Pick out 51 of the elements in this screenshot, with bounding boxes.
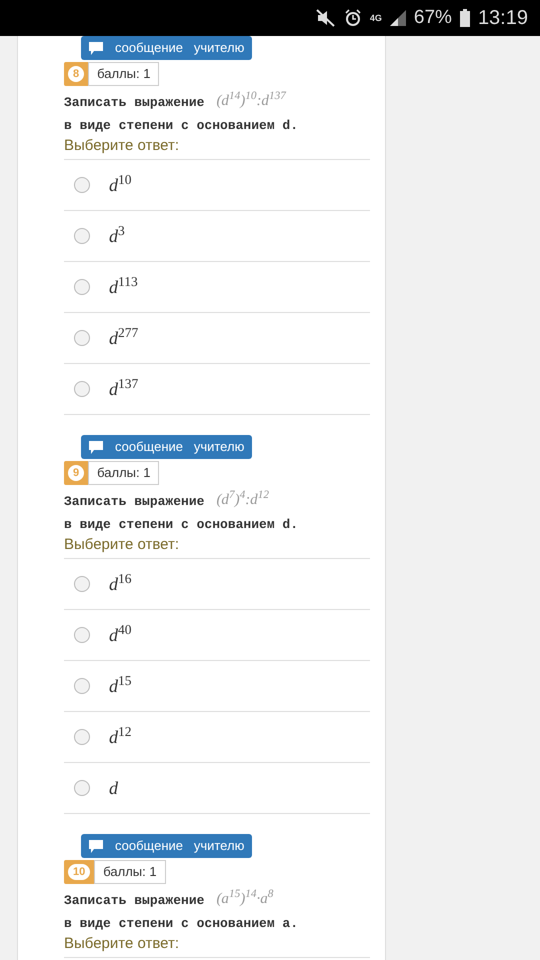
answer-option[interactable]: d$^{10}$ xyxy=(109,172,132,198)
math-expression: (d$^{7}$)$^{4}$:d$^{12}$ xyxy=(216,488,269,510)
answer-option[interactable]: d$^{40}$ xyxy=(109,622,132,648)
answer-option[interactable]: d$^{277}$ xyxy=(109,324,138,352)
chat-icon xyxy=(89,840,103,852)
points-label: баллы: 1 xyxy=(88,62,160,86)
question-number-badge: 8 xyxy=(64,62,88,86)
battery-icon xyxy=(460,9,470,27)
radio-button[interactable] xyxy=(74,780,90,796)
question-text: в виде степени с основанием d. xyxy=(64,117,298,135)
radio-button[interactable] xyxy=(74,576,90,592)
radio-button[interactable] xyxy=(74,177,90,193)
question-number-badge: 10 xyxy=(64,860,94,884)
math-expression: (d$^{14}$)$^{10}$:d$^{137}$ xyxy=(216,90,286,110)
chat-icon xyxy=(89,440,103,454)
answer-option[interactable]: d$^{3}$ xyxy=(109,222,125,250)
answer-prompt: Выберите ответ: xyxy=(64,136,180,156)
question-number-badge: 9 xyxy=(64,461,88,485)
chat-icon xyxy=(89,42,103,54)
signal-icon xyxy=(390,10,406,26)
question-text: в виде степени с основанием a. xyxy=(64,915,298,933)
answer-option[interactable]: d$^{15}$ xyxy=(109,672,132,700)
radio-button[interactable] xyxy=(74,627,90,643)
answer-option[interactable]: d$^{12}$ xyxy=(109,724,132,750)
radio-button[interactable] xyxy=(74,330,90,346)
network-type: 4G xyxy=(370,14,382,22)
question-text: Записать выражение xyxy=(64,892,204,910)
battery-percent: 67% xyxy=(414,6,452,30)
mute-icon xyxy=(316,9,336,27)
points-label: баллы: 1 xyxy=(88,461,160,485)
message-teacher-button[interactable]: сообщение учителю xyxy=(81,36,252,60)
radio-button[interactable] xyxy=(74,678,90,694)
radio-button[interactable] xyxy=(74,729,90,745)
message-teacher-button[interactable]: сообщение учителю xyxy=(81,435,252,459)
answer-option[interactable]: d$^{113}$ xyxy=(109,274,138,300)
question-text: Записать выражение xyxy=(64,492,204,510)
message-teacher-button[interactable]: сообщение учителю xyxy=(81,834,252,858)
math-expression: (a$^{15}$)$^{14}$·a$^{8}$ xyxy=(216,888,274,908)
radio-button[interactable] xyxy=(74,279,90,295)
radio-button[interactable] xyxy=(74,381,90,397)
answer-option[interactable]: d$^{16}$ xyxy=(109,570,132,598)
question-text: в виде степени с основанием d. xyxy=(64,516,298,534)
answer-prompt: Выберите ответ: xyxy=(64,535,180,555)
points-label: баллы: 1 xyxy=(94,860,166,884)
clock: 13:19 xyxy=(478,6,528,31)
answer-option[interactable]: d$^{137}$ xyxy=(109,376,138,402)
alarm-icon xyxy=(344,9,362,27)
answer-option[interactable]: d xyxy=(109,774,118,802)
radio-button[interactable] xyxy=(74,228,90,244)
question-text: Записать выражение xyxy=(64,94,204,112)
answer-prompt: Выберите ответ: xyxy=(64,934,180,954)
